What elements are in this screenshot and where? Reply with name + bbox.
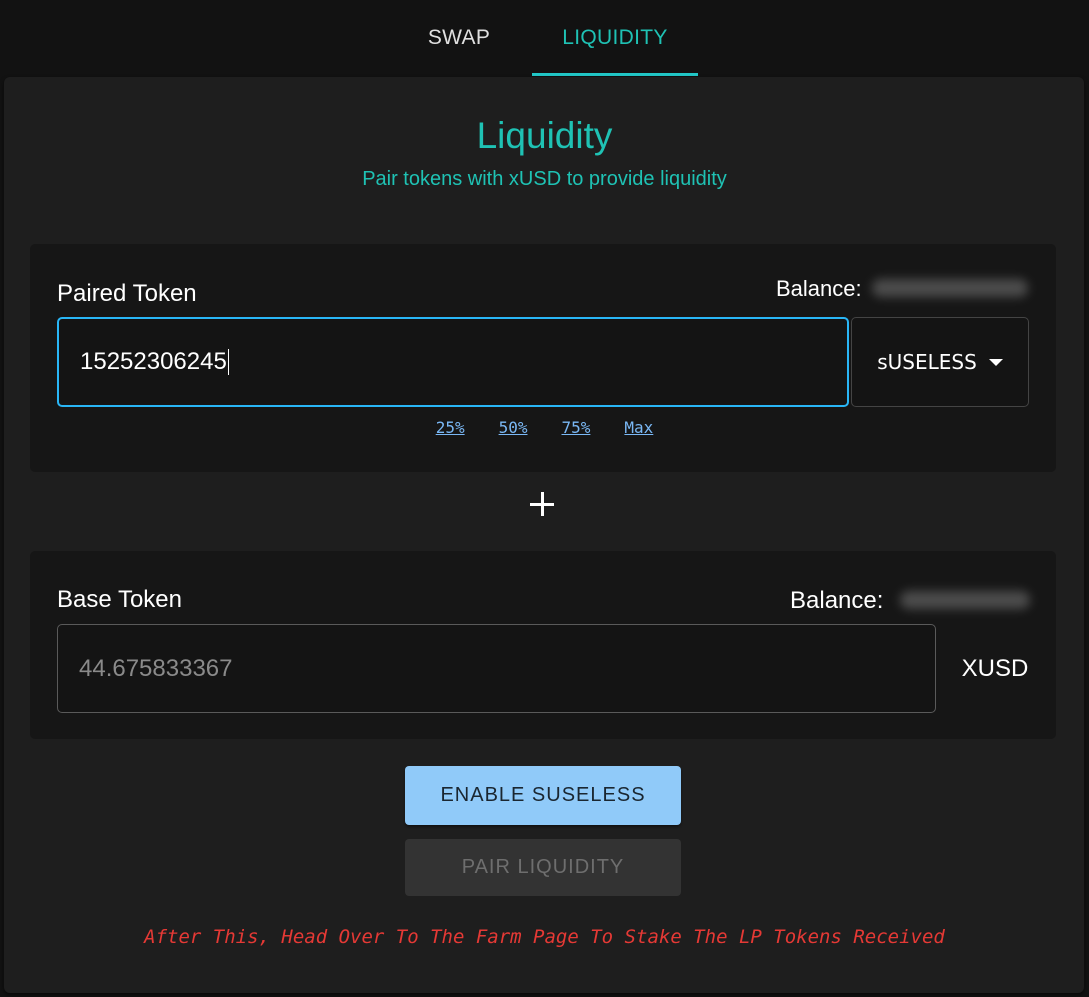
active-tab-indicator	[532, 73, 698, 76]
paired-balance-value-redacted	[872, 279, 1028, 297]
tab-bar: SWAP LIQUIDITY	[0, 0, 1089, 76]
page-subtitle: Pair tokens with xUSD to provide liquidi…	[362, 168, 727, 190]
tab-swap[interactable]: SWAP	[400, 0, 518, 76]
paired-amount-input[interactable]: 15252306245	[57, 317, 849, 407]
base-balance-label: Balance:	[790, 587, 884, 614]
percent-75-link[interactable]: 75%	[562, 418, 591, 437]
percent-shortcuts: 25% 50% 75% Max	[0, 418, 1089, 437]
base-amount-value: 44.675833367	[79, 654, 233, 682]
percent-max-link[interactable]: Max	[624, 418, 653, 437]
plus-icon	[528, 490, 556, 518]
chevron-down-icon	[988, 358, 1003, 366]
base-balance-value-redacted	[900, 591, 1030, 609]
paired-token-symbol: sUSELESS	[877, 350, 977, 374]
base-token-label: Base Token	[57, 586, 182, 613]
farm-instruction-note: After This, Head Over To The Farm Page T…	[144, 926, 945, 948]
paired-balance-label: Balance:	[776, 276, 862, 301]
percent-50-link[interactable]: 50%	[499, 418, 528, 437]
paired-amount-value: 15252306245	[80, 348, 227, 375]
pair-liquidity-button[interactable]: PAIR LIQUIDITY	[405, 839, 681, 896]
tab-swap-label: SWAP	[427, 26, 491, 49]
tab-liquidity[interactable]: LIQUIDITY	[532, 0, 698, 76]
percent-25-link[interactable]: 25%	[436, 418, 465, 437]
enable-token-button[interactable]: ENABLE SUSELESS	[405, 766, 681, 825]
page-title: Liquidity	[476, 115, 613, 156]
text-cursor	[227, 349, 229, 375]
base-amount-input[interactable]: 44.675833367	[57, 624, 936, 713]
base-token-symbol: XUSD	[961, 654, 1029, 682]
tab-liquidity-label: LIQUIDITY	[562, 26, 668, 49]
paired-token-select[interactable]: sUSELESS	[851, 317, 1029, 407]
paired-token-label: Paired Token	[57, 280, 197, 307]
